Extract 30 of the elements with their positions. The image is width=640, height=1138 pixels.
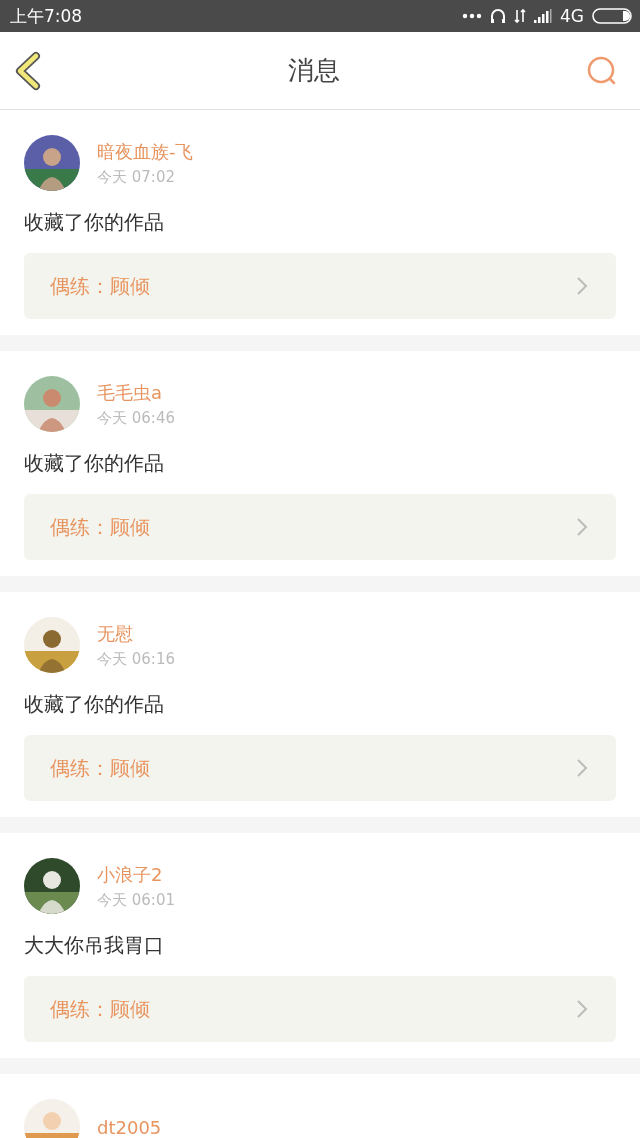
more-icon: [462, 13, 482, 19]
work-link[interactable]: 偶练：顾倾: [24, 735, 616, 801]
message-text: 收藏了你的作品: [24, 450, 165, 477]
network-label: 4G: [560, 6, 584, 26]
message-time: 今天 06:46: [97, 408, 175, 428]
signal-icon: [534, 9, 552, 23]
message-text: 收藏了你的作品: [24, 209, 165, 236]
message-text: 收藏了你的作品: [24, 691, 165, 718]
work-link[interactable]: 偶练：顾倾: [24, 976, 616, 1042]
user-name[interactable]: dt2005: [97, 1116, 162, 1138]
user-name[interactable]: 暗夜血族-飞: [97, 139, 194, 164]
message-time: 今天 07:02: [97, 167, 176, 187]
headphones-icon: [490, 8, 506, 24]
work-link[interactable]: 偶练：顾倾: [24, 253, 616, 319]
user-name[interactable]: 无慰: [97, 621, 175, 646]
chevron-icon: [576, 517, 588, 537]
message-text: 大大你吊我胃口: [24, 932, 165, 959]
page-title: 消息: [288, 54, 340, 87]
message-time: 今天 06:16: [97, 649, 175, 669]
data-arrows-icon: [514, 8, 526, 24]
chevron-icon: [576, 999, 588, 1019]
battery-icon: [592, 8, 632, 24]
chevron-icon: [576, 276, 588, 296]
status-time: 上午7:08: [10, 4, 83, 28]
back-button[interactable]: [14, 50, 42, 91]
chevron-icon: [576, 758, 588, 778]
message-time: 今天 06:01: [97, 890, 175, 910]
user-name[interactable]: 毛毛虫a: [97, 380, 175, 405]
user-name[interactable]: 小浪子2: [97, 862, 175, 887]
work-link[interactable]: 偶练：顾倾: [24, 494, 616, 560]
